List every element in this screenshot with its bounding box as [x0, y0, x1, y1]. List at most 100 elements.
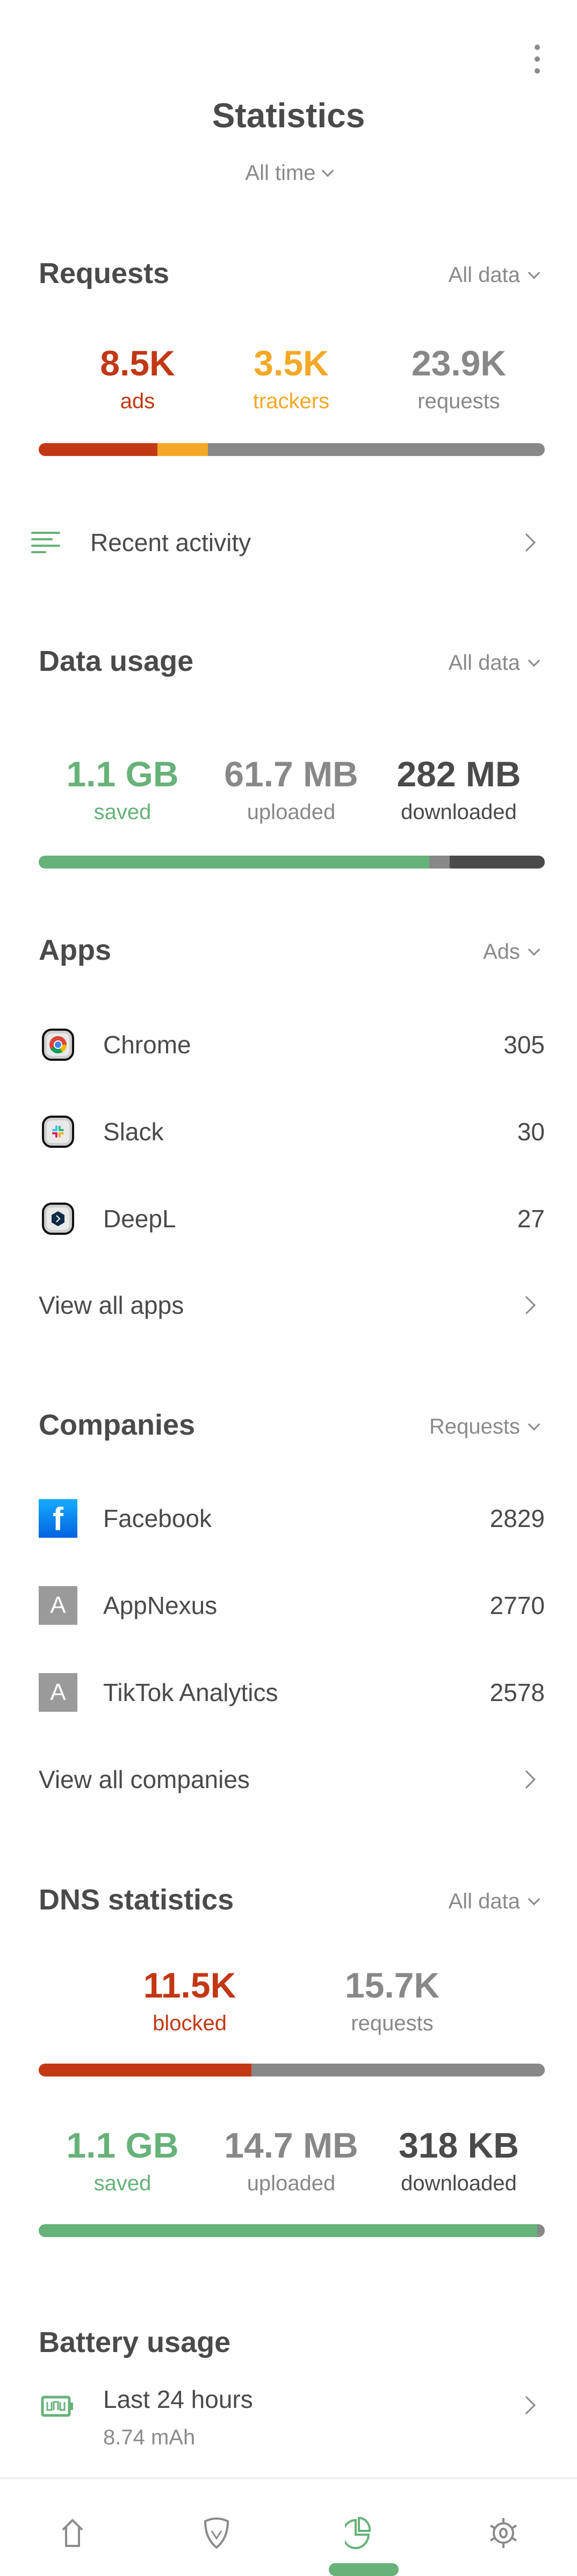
bar-segment-other [208, 443, 545, 456]
data-usage-bar [39, 856, 545, 869]
nav-statistics[interactable] [334, 2512, 383, 2555]
view-all-apps-label: View all apps [39, 1291, 184, 1320]
app-name: DeepL [103, 1204, 176, 1233]
active-tab-indicator [329, 2563, 399, 2576]
data-usage-filter-label: All data [449, 651, 520, 675]
companies-filter-label: Requests [429, 1415, 520, 1439]
nav-protection[interactable] [192, 2512, 241, 2555]
bar-segment-uploaded [429, 856, 450, 869]
stat-value: 8.5K [57, 344, 218, 383]
company-name: Facebook [103, 1504, 212, 1533]
chevron-right-icon [517, 1296, 536, 1314]
chevron-right-icon [517, 1770, 536, 1789]
company-row-appnexus[interactable]: A AppNexus 2770 [0, 1581, 577, 1630]
apps-filter[interactable]: Ads [483, 940, 538, 964]
slack-icon [42, 1116, 74, 1148]
company-name: AppNexus [103, 1591, 217, 1620]
stat-label: downloaded [378, 800, 539, 824]
chevron-right-icon [517, 2396, 536, 2414]
view-all-companies-row[interactable]: View all companies [0, 1755, 577, 1804]
chevron-down-icon [528, 266, 540, 279]
letter-a-icon: A [39, 1673, 77, 1712]
company-row-tiktok-analytics[interactable]: A TikTok Analytics 2578 [0, 1668, 577, 1717]
apps-title: Apps [39, 934, 111, 967]
app-count: 305 [503, 1030, 545, 1059]
company-count: 2829 [490, 1504, 545, 1533]
company-count: 2770 [490, 1591, 545, 1620]
stat-label: blocked [109, 2011, 270, 2036]
stat-downloaded: 282 MB downloaded [378, 755, 539, 824]
battery-icon [41, 2396, 74, 2417]
dns-filter[interactable]: All data [449, 1890, 538, 1914]
bar-segment-trackers [157, 443, 207, 456]
stat-dns-requests: 15.7K requests [312, 1966, 473, 2036]
view-all-apps-row[interactable]: View all apps [0, 1281, 577, 1329]
more-options-button[interactable] [521, 43, 553, 75]
requests-bar [39, 443, 545, 456]
stat-label: uploaded [211, 800, 372, 824]
companies-filter[interactable]: Requests [429, 1415, 538, 1439]
stat-ads: 8.5K ads [57, 344, 218, 414]
nav-settings[interactable] [479, 2512, 528, 2555]
stat-dns-downloaded: 318 KB downloaded [378, 2126, 539, 2196]
data-usage-filter[interactable]: All data [449, 651, 538, 675]
chevron-down-icon [528, 1418, 540, 1430]
stat-uploaded: 61.7 MB uploaded [211, 755, 372, 824]
stat-value: 1.1 GB [42, 2126, 203, 2165]
requests-filter[interactable]: All data [449, 263, 538, 287]
app-row-chrome[interactable]: Chrome 305 [0, 1021, 577, 1069]
app-row-deepl[interactable]: DeepL 27 [0, 1195, 577, 1243]
dns-title: DNS statistics [39, 1883, 234, 1916]
dns-requests-bar [39, 2064, 545, 2076]
stat-value: 1.1 GB [42, 755, 203, 794]
letter-a-icon: A [39, 1586, 77, 1625]
pie-chart-icon [345, 2517, 372, 2549]
more-vert-icon [535, 45, 540, 50]
sort-lines-icon [31, 530, 61, 555]
bar-segment-saved [39, 856, 429, 869]
facebook-icon: f [39, 1499, 77, 1538]
stat-value: 318 KB [378, 2126, 539, 2165]
bar-segment-saved [39, 2224, 537, 2237]
company-row-facebook[interactable]: f Facebook 2829 [0, 1494, 577, 1543]
recent-activity-row[interactable]: Recent activity [0, 518, 577, 567]
battery-value: 8.74 mAh [103, 2426, 195, 2450]
chrome-icon [42, 1029, 74, 1061]
view-all-companies-label: View all companies [39, 1765, 250, 1794]
stat-label: trackers [211, 389, 372, 414]
stat-label: uploaded [211, 2172, 372, 2196]
battery-title: Battery usage [39, 2326, 230, 2359]
app-name: Chrome [103, 1030, 191, 1059]
stat-saved: 1.1 GB saved [42, 755, 203, 824]
app-count: 27 [517, 1204, 545, 1233]
stat-requests: 23.9K requests [378, 344, 539, 414]
stat-dns-uploaded: 14.7 MB uploaded [211, 2126, 372, 2196]
battery-period-label: Last 24 hours [103, 2385, 253, 2414]
stat-label: saved [42, 800, 203, 824]
stat-trackers: 3.5K trackers [211, 344, 372, 414]
stat-dns-saved: 1.1 GB saved [42, 2126, 203, 2196]
chevron-down-icon [528, 654, 540, 667]
stat-value: 14.7 MB [211, 2126, 372, 2165]
chevron-down-icon [528, 1893, 540, 1905]
stat-value: 23.9K [378, 344, 539, 383]
recent-activity-label: Recent activity [90, 528, 251, 557]
stat-value: 15.7K [312, 1966, 473, 2005]
chevron-down-icon [321, 164, 334, 177]
bar-segment-uploaded [537, 2224, 545, 2237]
bar-segment-blocked [39, 2064, 251, 2076]
period-selector[interactable]: All time [0, 161, 577, 185]
bar-segment-downloaded [450, 856, 545, 869]
requests-filter-label: All data [449, 263, 520, 287]
stat-value: 282 MB [378, 755, 539, 794]
stat-blocked: 11.5K blocked [109, 1966, 270, 2036]
nav-home[interactable] [48, 2512, 97, 2555]
app-row-slack[interactable]: Slack 30 [0, 1108, 577, 1156]
dns-filter-label: All data [449, 1890, 520, 1914]
bar-segment-other [251, 2064, 545, 2076]
company-name: TikTok Analytics [103, 1678, 278, 1707]
page-title: Statistics [0, 96, 577, 135]
stat-value: 61.7 MB [211, 755, 372, 794]
stat-label: ads [57, 389, 218, 414]
battery-row[interactable]: Last 24 hours 8.74 mAh [0, 2385, 577, 2465]
